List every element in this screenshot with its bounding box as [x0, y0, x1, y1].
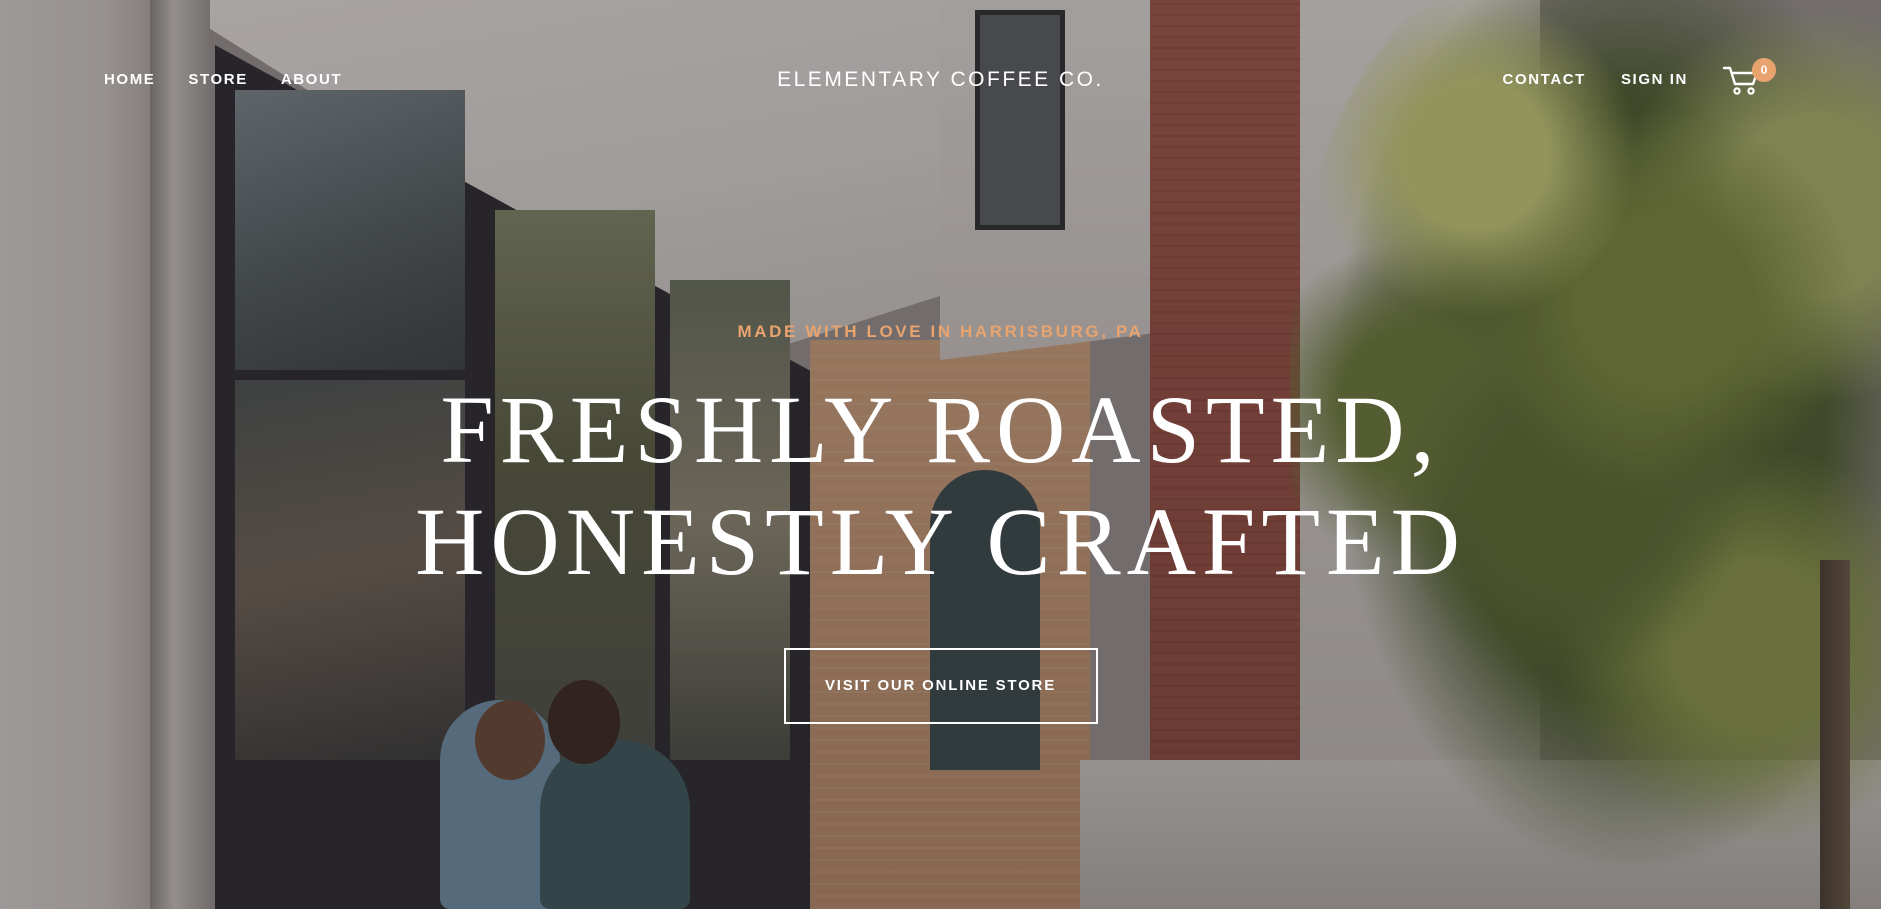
hero-kicker: MADE WITH LOVE IN HARRISBURG, PA	[737, 322, 1144, 341]
nav-link-home[interactable]: HOME	[104, 71, 155, 89]
hero-headline: FRESHLY ROASTED, HONESTLY CRAFTED	[0, 374, 1881, 598]
visit-online-store-button[interactable]: VISIT OUR ONLINE STORE	[783, 648, 1098, 724]
nav-link-sign-in[interactable]: SIGN IN	[1621, 71, 1688, 89]
hero-headline-line-1: FRESHLY ROASTED,	[440, 376, 1441, 483]
secondary-nav: CONTACT SIGN IN	[1503, 71, 1688, 89]
nav-link-contact[interactable]: CONTACT	[1503, 71, 1586, 89]
hero-headline-line-2: HONESTLY CRAFTED	[415, 488, 1466, 595]
nav-link-store[interactable]: STORE	[188, 71, 247, 89]
hero-section: HOME STORE ABOUT ELEMENTARY COFFEE CO. C…	[0, 0, 1881, 909]
cart-button[interactable]: 0	[1722, 58, 1778, 98]
cart-count-badge: 0	[1752, 58, 1776, 82]
site-title[interactable]: ELEMENTARY COFFEE CO.	[777, 68, 1104, 91]
hero-content: MADE WITH LOVE IN HARRISBURG, PA FRESHLY…	[0, 320, 1881, 724]
nav-link-about[interactable]: ABOUT	[281, 71, 342, 89]
site-header: HOME STORE ABOUT ELEMENTARY COFFEE CO. C…	[0, 0, 1881, 160]
primary-nav: HOME STORE ABOUT	[104, 71, 342, 89]
